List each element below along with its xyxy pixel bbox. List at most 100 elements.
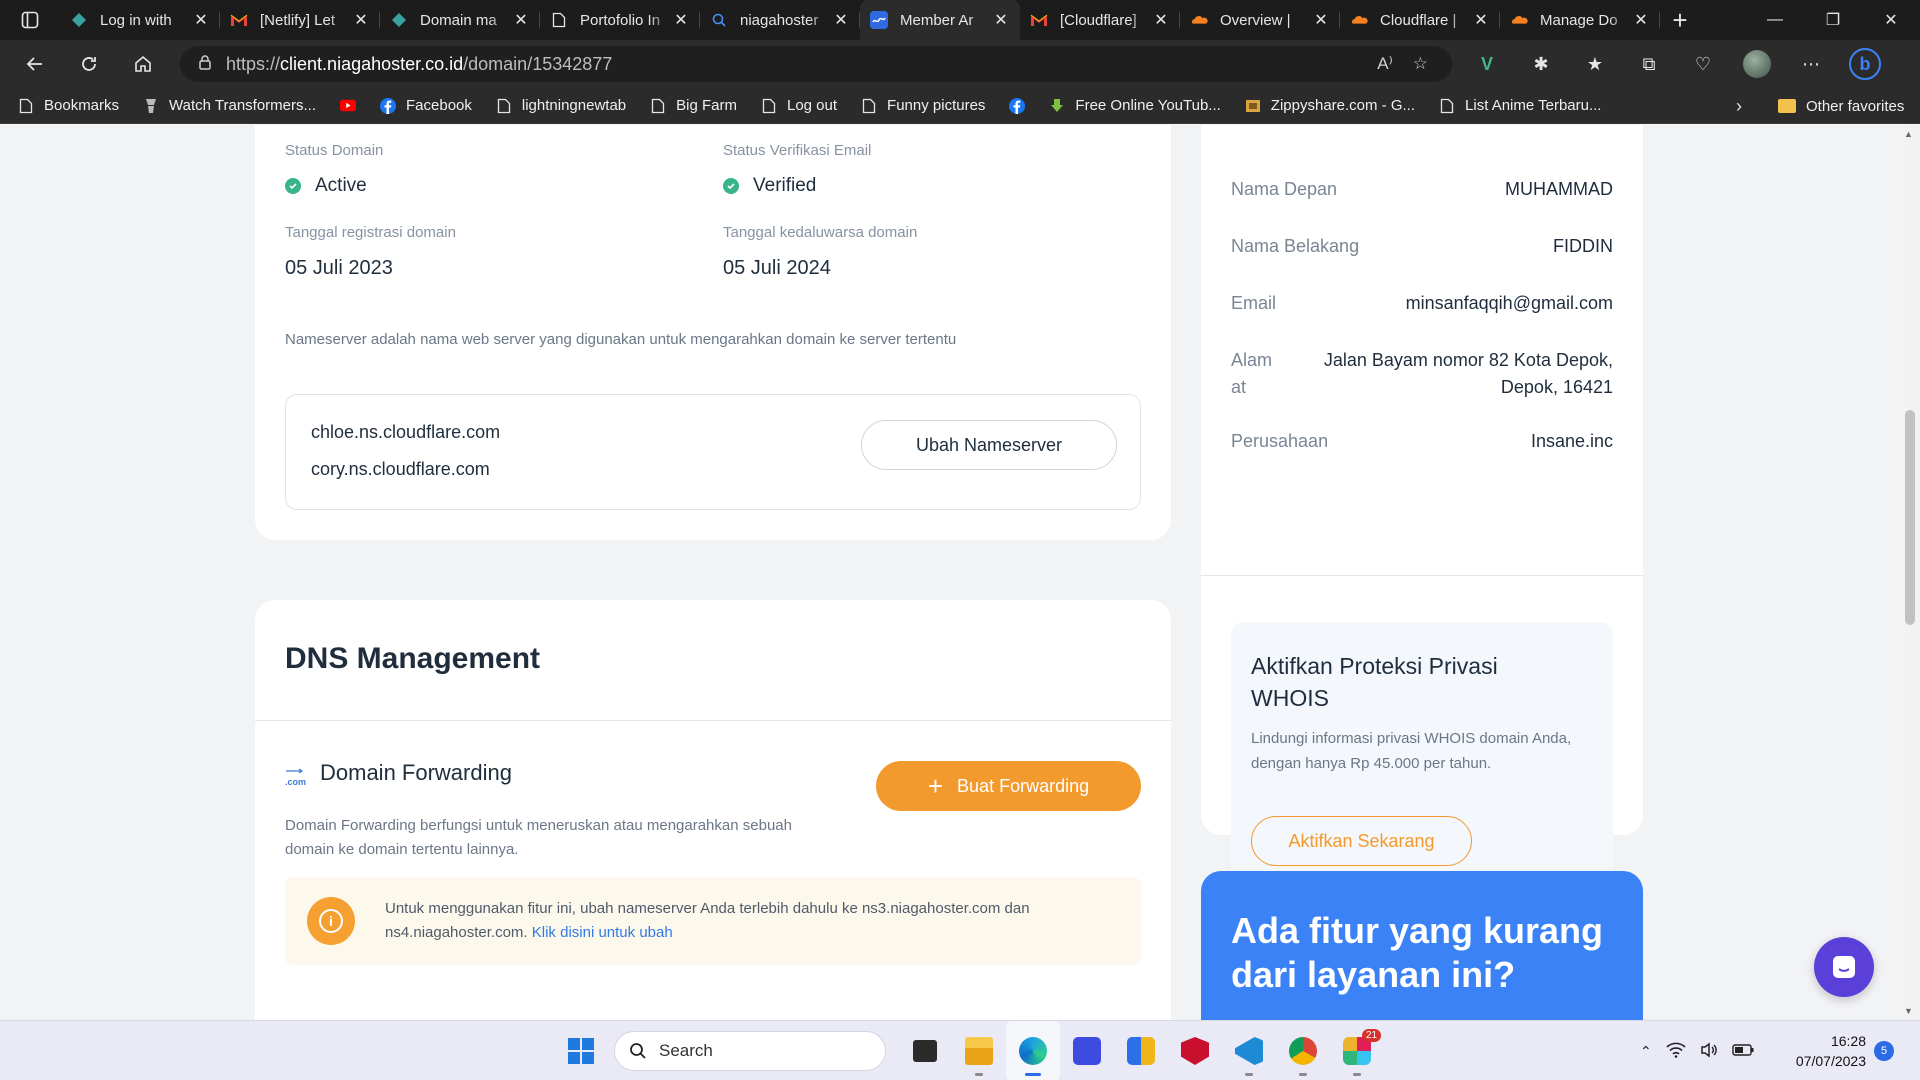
tab-title: Manage Do: [1540, 11, 1618, 29]
tab-title: Overview |: [1220, 11, 1291, 29]
contact-field-value: Jalan Bayam nomor 82 Kota Depok, Depok, …: [1323, 350, 1613, 397]
read-aloud-icon[interactable]: A⁾: [1377, 54, 1393, 74]
tab-actions-button[interactable]: [0, 0, 60, 40]
gmail-icon: [1030, 11, 1048, 29]
home-button[interactable]: [116, 40, 170, 88]
contact-field-value: Insane.inc: [1530, 431, 1613, 451]
contact-field-label: Perusahaan: [1231, 431, 1329, 451]
browser-tab[interactable]: Portofolio In ✕: [540, 0, 700, 40]
create-forwarding-button[interactable]: + Buat Forwarding: [876, 761, 1141, 811]
mcafee-icon[interactable]: [1168, 1021, 1222, 1080]
scroll-up-icon[interactable]: ▲: [1904, 129, 1913, 139]
bookmark-label: Funny pictures: [887, 97, 986, 114]
favorites-icon[interactable]: ★: [1568, 54, 1622, 75]
close-tab-icon[interactable]: ✕: [512, 10, 530, 30]
bookmark-label: Log out: [786, 97, 838, 114]
warning-text: Untuk menggunakan fitur ini, ubah namese…: [385, 900, 1030, 941]
favorite-star-icon[interactable]: ☆: [1413, 54, 1428, 74]
bookmark-item[interactable]: Bookmarks: [18, 97, 119, 114]
info-circle-icon: i: [307, 897, 355, 945]
bookmark-item[interactable]: Log out: [761, 97, 837, 114]
refresh-button[interactable]: [62, 40, 116, 88]
chat-launcher-button[interactable]: [1814, 937, 1874, 997]
browser-tab[interactable]: niagahoster ✕: [700, 0, 860, 40]
change-nameserver-link[interactable]: Klik disini untuk ubah: [532, 924, 673, 941]
page-scrollbar[interactable]: ▲ ▼: [1900, 125, 1920, 1020]
cloudflare-icon: [1190, 11, 1208, 29]
tab-title: Log in with: [100, 11, 172, 29]
volume-icon[interactable]: [1700, 1042, 1718, 1061]
minimize-button[interactable]: —: [1746, 0, 1804, 40]
close-window-button[interactable]: ✕: [1862, 0, 1920, 40]
restore-button[interactable]: ❐: [1804, 0, 1862, 40]
bookmark-item[interactable]: Free Online YouTub...: [1049, 97, 1221, 114]
new-tab-button[interactable]: +: [1660, 5, 1700, 36]
close-tab-icon[interactable]: ✕: [1632, 10, 1650, 30]
browser-tab[interactable]: [Netlify] Let ✕: [220, 0, 380, 40]
close-tab-icon[interactable]: ✕: [832, 10, 850, 30]
page-icon: [18, 98, 34, 114]
page-icon: [650, 98, 666, 114]
scrollbar-thumb[interactable]: [1905, 410, 1915, 625]
tray-overflow-icon[interactable]: ⌃: [1640, 1043, 1652, 1060]
change-nameserver-button[interactable]: Ubah Nameserver: [861, 420, 1117, 470]
bookmark-item[interactable]: Zippyshare.com - G...: [1245, 97, 1415, 114]
task-view-icon[interactable]: [898, 1021, 952, 1080]
vue-extension-icon[interactable]: V: [1460, 54, 1514, 75]
scroll-down-icon[interactable]: ▼: [1904, 1006, 1913, 1016]
close-tab-icon[interactable]: ✕: [992, 10, 1010, 30]
system-clock[interactable]: 16:28 07/07/2023: [1780, 1031, 1866, 1071]
other-favorites[interactable]: Other favorites: [1778, 88, 1904, 124]
extensions-icon[interactable]: ✱: [1514, 54, 1568, 75]
start-button[interactable]: [554, 1021, 608, 1080]
browser-tab[interactable]: Cloudflare | ✕: [1340, 0, 1500, 40]
close-tab-icon[interactable]: ✕: [1152, 10, 1170, 30]
nameserver-2: cory.ns.cloudflare.com: [311, 459, 490, 479]
browser-tab[interactable]: Domain ma ✕: [380, 0, 540, 40]
bookmark-item[interactable]: [1009, 97, 1035, 114]
collections-icon[interactable]: ⧉: [1622, 54, 1676, 75]
browser-tab[interactable]: Overview | ✕: [1180, 0, 1340, 40]
close-tab-icon[interactable]: ✕: [352, 10, 370, 30]
maple-app-icon[interactable]: [1060, 1021, 1114, 1080]
close-tab-icon[interactable]: ✕: [192, 10, 210, 30]
page-icon: [550, 11, 568, 29]
wifi-icon[interactable]: [1666, 1042, 1686, 1061]
page-icon: [761, 98, 777, 114]
page-viewport: Status Domain Active Status Verifikasi E…: [0, 125, 1900, 1020]
browser-tab[interactable]: [Cloudflare] ✕: [1020, 0, 1180, 40]
bookmark-item[interactable]: [340, 98, 366, 114]
battery-icon[interactable]: [1732, 1043, 1754, 1059]
bookmark-item[interactable]: Funny pictures: [861, 97, 985, 114]
activate-privacy-button[interactable]: Aktifkan Sekarang: [1251, 816, 1472, 866]
vscode-icon[interactable]: [1222, 1021, 1276, 1080]
chrome-icon[interactable]: [1276, 1021, 1330, 1080]
bookmark-item[interactable]: Facebook: [380, 97, 472, 114]
close-tab-icon[interactable]: ✕: [672, 10, 690, 30]
close-tab-icon[interactable]: ✕: [1472, 10, 1490, 30]
browser-tab[interactable]: Member Ar ✕: [860, 0, 1020, 40]
bookmark-item[interactable]: List Anime Terbaru...: [1439, 97, 1601, 114]
window-controls: — ❐ ✕: [1746, 0, 1920, 40]
profile-avatar[interactable]: [1730, 50, 1784, 78]
bookmark-item[interactable]: Watch Transformers...: [143, 97, 316, 114]
back-button[interactable]: [8, 40, 62, 88]
bookmark-item[interactable]: lightningnewtab: [496, 97, 626, 114]
bookmark-label: Facebook: [406, 97, 472, 114]
notification-badge[interactable]: 5: [1874, 1041, 1894, 1061]
page-icon: [1439, 98, 1455, 114]
more-menu-icon[interactable]: ⋯: [1784, 54, 1838, 75]
edge-browser-icon[interactable]: [1006, 1021, 1060, 1080]
browser-tab[interactable]: Log in with ✕: [60, 0, 220, 40]
file-explorer-icon[interactable]: [952, 1021, 1006, 1080]
taskbar-search[interactable]: Search: [614, 1031, 886, 1071]
close-tab-icon[interactable]: ✕: [1312, 10, 1330, 30]
bookmarks-overflow-icon[interactable]: ›: [1736, 88, 1742, 124]
slack-icon[interactable]: 21: [1330, 1021, 1384, 1080]
microsoft-store-icon[interactable]: [1114, 1021, 1168, 1080]
address-bar[interactable]: https://client.niagahoster.co.id/domain/…: [180, 46, 1452, 82]
bookmark-item[interactable]: Big Farm: [650, 97, 737, 114]
browser-tab[interactable]: Manage Do ✕: [1500, 0, 1660, 40]
bing-copilot-icon[interactable]: b: [1838, 48, 1892, 80]
performance-icon[interactable]: ♡: [1676, 54, 1730, 75]
